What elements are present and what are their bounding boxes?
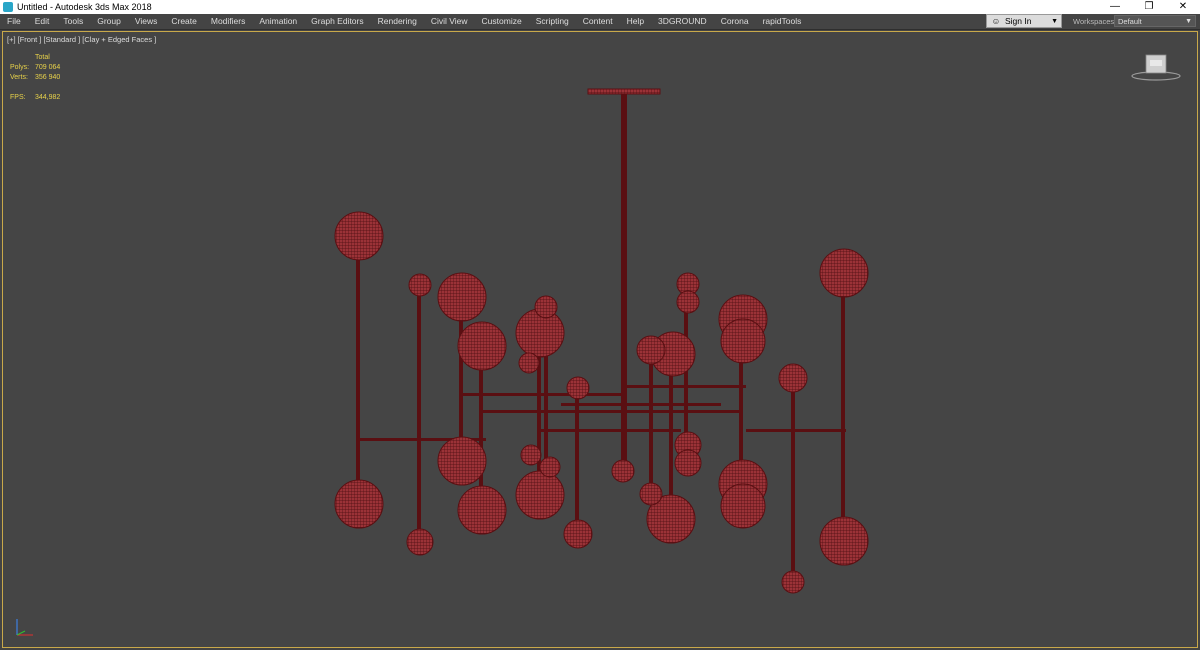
- sphere-6: [819, 248, 869, 298]
- menu-create[interactable]: Create: [164, 14, 204, 29]
- fps-value: 344,982: [35, 94, 61, 101]
- sphere-8: [636, 335, 666, 365]
- rod-7: [649, 351, 653, 496]
- front-viewport[interactable]: [+] [Front ] [Standard ] [Clay + Edged F…: [2, 31, 1198, 648]
- 3dsmax-app-icon: [3, 2, 13, 12]
- menu-scripting[interactable]: Scripting: [529, 14, 576, 29]
- viewcube-icon[interactable]: [1129, 52, 1183, 82]
- verts-value: 356 940: [35, 74, 61, 81]
- sphere-5: [720, 318, 766, 364]
- sphere-2: [457, 321, 507, 371]
- arm-2: [481, 410, 741, 413]
- sphere-29: [639, 482, 663, 506]
- person-icon: ☺: [991, 16, 1001, 26]
- sphere-15: [778, 363, 808, 393]
- sphere-28: [674, 449, 702, 477]
- sphere-25: [563, 519, 593, 549]
- arm-5: [746, 429, 846, 432]
- rod-1: [417, 286, 421, 541]
- menu-tools[interactable]: Tools: [56, 14, 90, 29]
- sphere-10: [534, 295, 558, 319]
- arm-4: [621, 385, 746, 388]
- menu-edit[interactable]: Edit: [28, 14, 57, 29]
- polys-label: Polys:: [10, 64, 30, 71]
- menu-content[interactable]: Content: [576, 14, 620, 29]
- chevron-down-icon: ▼: [1185, 18, 1192, 25]
- window-controls: — ❐ ✕: [1098, 0, 1200, 14]
- workspaces-select[interactable]: Default ▼: [1114, 15, 1196, 27]
- sign-in-label: Sign In: [1005, 16, 1032, 26]
- restore-icon[interactable]: ❐: [1132, 0, 1166, 14]
- sphere-11: [518, 352, 540, 374]
- chandelier-model[interactable]: [3, 32, 1197, 647]
- title-bar: Untitled - Autodesk 3ds Max 2018 — ❐ ✕: [0, 0, 1200, 14]
- menu-civil-view[interactable]: Civil View: [424, 14, 475, 29]
- fps-label: FPS:: [10, 94, 26, 101]
- central-rod: [621, 94, 627, 464]
- sphere-31: [539, 456, 561, 478]
- menu-rendering[interactable]: Rendering: [371, 14, 424, 29]
- arm-3: [541, 429, 681, 432]
- arm-6: [561, 403, 721, 406]
- menu-help[interactable]: Help: [620, 14, 651, 29]
- sphere-16: [334, 479, 384, 529]
- minimize-icon[interactable]: —: [1098, 0, 1132, 14]
- sphere-18: [457, 485, 507, 535]
- menu-views[interactable]: Views: [128, 14, 165, 29]
- menu-modifiers[interactable]: Modifiers: [204, 14, 252, 29]
- statistics-overlay: Total Polys: 709 064 Verts: 356 940 FPS: 34…: [10, 53, 60, 103]
- sphere-21: [720, 483, 766, 529]
- viewport-label[interactable]: [+] [Front ] [Standard ] [Clay + Edged F…: [7, 35, 156, 44]
- menu-rapidtools[interactable]: rapidTools: [756, 14, 809, 29]
- menu-animation[interactable]: Animation: [252, 14, 304, 29]
- menu-corona[interactable]: Corona: [714, 14, 756, 29]
- close-icon[interactable]: ✕: [1166, 0, 1200, 14]
- menu-graph-editors[interactable]: Graph Editors: [304, 14, 370, 29]
- workspaces-label: Workspaces:: [1073, 17, 1117, 26]
- rod-0: [356, 236, 360, 506]
- menu-group[interactable]: Group: [90, 14, 128, 29]
- sphere-0: [334, 211, 384, 261]
- sphere-1: [437, 272, 487, 322]
- menu-customize[interactable]: Customize: [475, 14, 529, 29]
- polys-value: 709 064: [35, 64, 61, 71]
- sphere-9: [408, 273, 432, 297]
- window-title: Untitled - Autodesk 3ds Max 2018: [17, 2, 152, 12]
- sphere-17: [437, 436, 487, 486]
- sphere-24: [406, 528, 434, 556]
- sphere-14: [676, 290, 700, 314]
- rod-6: [575, 391, 579, 531]
- workspaces-value: Default: [1118, 17, 1142, 26]
- sphere-22: [819, 516, 869, 566]
- stats-header: Total: [35, 54, 50, 61]
- sphere-12: [566, 376, 590, 400]
- rod-11: [791, 379, 795, 581]
- verts-label: Verts:: [10, 74, 28, 81]
- sphere-32: [611, 459, 635, 483]
- ceiling-canopy: [587, 88, 661, 95]
- sign-in-dropdown[interactable]: ☺ Sign In ▼: [986, 14, 1062, 28]
- axis-tripod-icon: [16, 619, 33, 636]
- sphere-30: [520, 444, 542, 466]
- sphere-19: [515, 470, 565, 520]
- rod-12: [841, 276, 845, 541]
- sphere-26: [781, 570, 805, 594]
- chevron-down-icon: ▼: [1051, 17, 1058, 25]
- menu-file[interactable]: File: [0, 14, 28, 29]
- menu-3dground[interactable]: 3DGROUND: [651, 14, 714, 29]
